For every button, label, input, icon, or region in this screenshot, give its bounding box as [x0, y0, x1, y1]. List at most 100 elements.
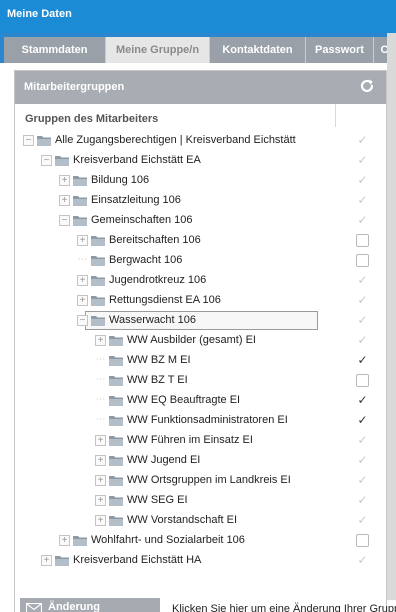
folder-icon — [109, 476, 123, 486]
expand-icon[interactable]: + — [95, 495, 106, 506]
expand-icon[interactable]: + — [95, 475, 106, 486]
tab-kontaktdaten[interactable]: Kontaktdaten — [210, 37, 306, 63]
tree-row[interactable]: ⋯ WW BZ M EI ✓ — [15, 350, 386, 370]
request-change-button[interactable]: Änderung beantragen — [20, 598, 160, 612]
folder-icon — [109, 436, 123, 446]
tree-item-label[interactable]: WW Führen im Einsatz EI — [127, 434, 253, 446]
expand-icon[interactable]: + — [95, 515, 106, 526]
checkmark-icon[interactable]: ✓ — [356, 414, 369, 427]
tree-item-label[interactable]: WW Funktionsadministratoren EI — [127, 414, 288, 426]
collapse-icon[interactable]: − — [77, 315, 88, 326]
checkmark-icon: ✓ — [357, 213, 368, 227]
expand-icon[interactable]: + — [77, 235, 88, 246]
expand-icon[interactable]: + — [95, 335, 106, 346]
tree-item-label[interactable]: Bildung 106 — [91, 174, 149, 186]
expand-icon[interactable]: + — [59, 195, 70, 206]
tab-stammdaten[interactable]: Stammdaten — [4, 37, 106, 63]
request-change-hint: Klicken Sie hier um eine Änderung Ihrer … — [172, 603, 396, 612]
expand-icon[interactable]: + — [77, 295, 88, 306]
tree-item-label[interactable]: WW Ausbilder (gesamt) EI — [127, 334, 256, 346]
tree-row[interactable]: + Bildung 106 ✓ — [15, 170, 386, 190]
tree-item-label[interactable]: WW Jugend EI — [127, 454, 200, 466]
group-checkbox[interactable] — [356, 374, 369, 387]
tree-row[interactable]: − Kreisverband Eichstätt EA ✓ — [15, 150, 386, 170]
checkmark-icon[interactable]: ✓ — [356, 354, 369, 367]
tree-row[interactable]: + WW Führen im Einsatz EI ✓ — [15, 430, 386, 450]
checkmark-icon: ✓ — [357, 433, 368, 447]
tree-item-label[interactable]: WW BZ T EI — [127, 374, 188, 386]
tree-item-label[interactable]: Wohlfahrt- und Sozialarbeit 106 — [91, 534, 245, 546]
folder-icon — [91, 316, 105, 326]
tree-item-label[interactable]: WW SEG EI — [127, 494, 188, 506]
folder-icon — [109, 496, 123, 506]
tree-item-label[interactable]: Gemeinschaften 106 — [91, 214, 193, 226]
checkmark-icon[interactable]: ✓ — [356, 394, 369, 407]
tree-row[interactable]: + WW Ortsgruppen im Landkreis EI ✓ — [15, 470, 386, 490]
expand-icon[interactable]: + — [77, 275, 88, 286]
tree-connector: ⋯ — [95, 394, 106, 405]
tree-row[interactable]: ⋯ WW BZ T EI — [15, 370, 386, 390]
group-checkbox[interactable] — [356, 234, 369, 247]
tree-row[interactable]: − Wasserwacht 106 ✓ — [15, 310, 386, 330]
tree-item-label[interactable]: WW Ortsgruppen im Landkreis EI — [127, 474, 291, 486]
folder-icon — [91, 236, 105, 246]
tree-row[interactable]: ⋯ WW Funktionsadministratoren EI ✓ — [15, 410, 386, 430]
tree-item-label[interactable]: WW BZ M EI — [127, 354, 191, 366]
tree-item-label[interactable]: Wasserwacht 106 — [109, 314, 196, 326]
tree-item-label[interactable]: Bergwacht 106 — [109, 254, 182, 266]
checkmark-icon: ✓ — [357, 133, 368, 147]
tree-item-label[interactable]: Rettungsdienst EA 106 — [109, 294, 221, 306]
tab-meine-gruppen[interactable]: Meine Gruppe/n — [106, 37, 210, 63]
tree-row[interactable]: + WW SEG EI ✓ — [15, 490, 386, 510]
group-checkbox[interactable] — [356, 254, 369, 267]
folder-icon — [73, 176, 87, 186]
group-checkbox[interactable] — [356, 534, 369, 547]
refresh-icon[interactable] — [358, 77, 376, 95]
tree-item-label[interactable]: WW Vorstandschaft EI — [127, 514, 237, 526]
checkmark-icon: ✓ — [357, 513, 368, 527]
folder-icon — [109, 516, 123, 526]
tree-row[interactable]: − Alle Zugangsberechtigen | Kreisverband … — [15, 130, 386, 150]
expand-icon[interactable]: + — [59, 175, 70, 186]
tree-item-label[interactable]: Einsatzleitung 106 — [91, 194, 181, 206]
checkmark-icon: ✓ — [357, 273, 368, 287]
column-separator — [335, 104, 336, 127]
request-change-label: Änderung beantragen — [48, 601, 100, 612]
tree-item-label[interactable]: Alle Zugangsberechtigen | Kreisverband E… — [55, 134, 296, 146]
checkmark-icon: ✓ — [357, 293, 368, 307]
expand-icon[interactable]: + — [95, 455, 106, 466]
tree-row[interactable]: + WW Ausbilder (gesamt) EI ✓ — [15, 330, 386, 350]
tree-item-label[interactable]: Bereitschaften 106 — [109, 234, 201, 246]
window-scrollbar[interactable] — [387, 33, 396, 600]
collapse-icon[interactable]: − — [23, 135, 34, 146]
folder-icon — [109, 376, 123, 386]
tree-row[interactable]: + Jugendrotkreuz 106 ✓ — [15, 270, 386, 290]
tree-item-label[interactable]: Kreisverband Eichstätt HA — [73, 554, 201, 566]
tree-item-label[interactable]: Jugendrotkreuz 106 — [109, 274, 206, 286]
tree-row[interactable]: + Rettungsdienst EA 106 ✓ — [15, 290, 386, 310]
tree-row[interactable]: + Bereitschaften 106 — [15, 230, 386, 250]
tree-row[interactable]: + WW Jugend EI ✓ — [15, 450, 386, 470]
expand-icon[interactable]: + — [95, 435, 106, 446]
folder-icon — [109, 416, 123, 426]
tree-row[interactable]: + WW Vorstandschaft EI ✓ — [15, 510, 386, 530]
folder-icon — [109, 356, 123, 366]
tree-row[interactable]: − Gemeinschaften 106 ✓ — [15, 210, 386, 230]
tree-row[interactable]: + Einsatzleitung 106 ✓ — [15, 190, 386, 210]
collapse-icon[interactable]: − — [59, 215, 70, 226]
expand-icon[interactable]: + — [41, 555, 52, 566]
panel-title: Mitarbeitergruppen — [24, 81, 125, 93]
tree-item-label[interactable]: WW EQ Beauftragte EI — [127, 394, 240, 406]
folder-icon — [73, 536, 87, 546]
tab-passwort[interactable]: Passwort — [306, 37, 374, 63]
tree-item-label[interactable]: Kreisverband Eichstätt EA — [73, 154, 201, 166]
tree-row[interactable]: ⋯ Bergwacht 106 — [15, 250, 386, 270]
tree-connector: ⋯ — [95, 374, 106, 385]
tree-row[interactable]: ⋯ WW EQ Beauftragte EI ✓ — [15, 390, 386, 410]
tree-row[interactable]: + Wohlfahrt- und Sozialarbeit 106 — [15, 530, 386, 550]
collapse-icon[interactable]: − — [41, 155, 52, 166]
expand-icon[interactable]: + — [59, 535, 70, 546]
folder-icon — [109, 456, 123, 466]
checkmark-icon: ✓ — [357, 313, 368, 327]
tree-row[interactable]: + Kreisverband Eichstätt HA ✓ — [15, 550, 386, 570]
